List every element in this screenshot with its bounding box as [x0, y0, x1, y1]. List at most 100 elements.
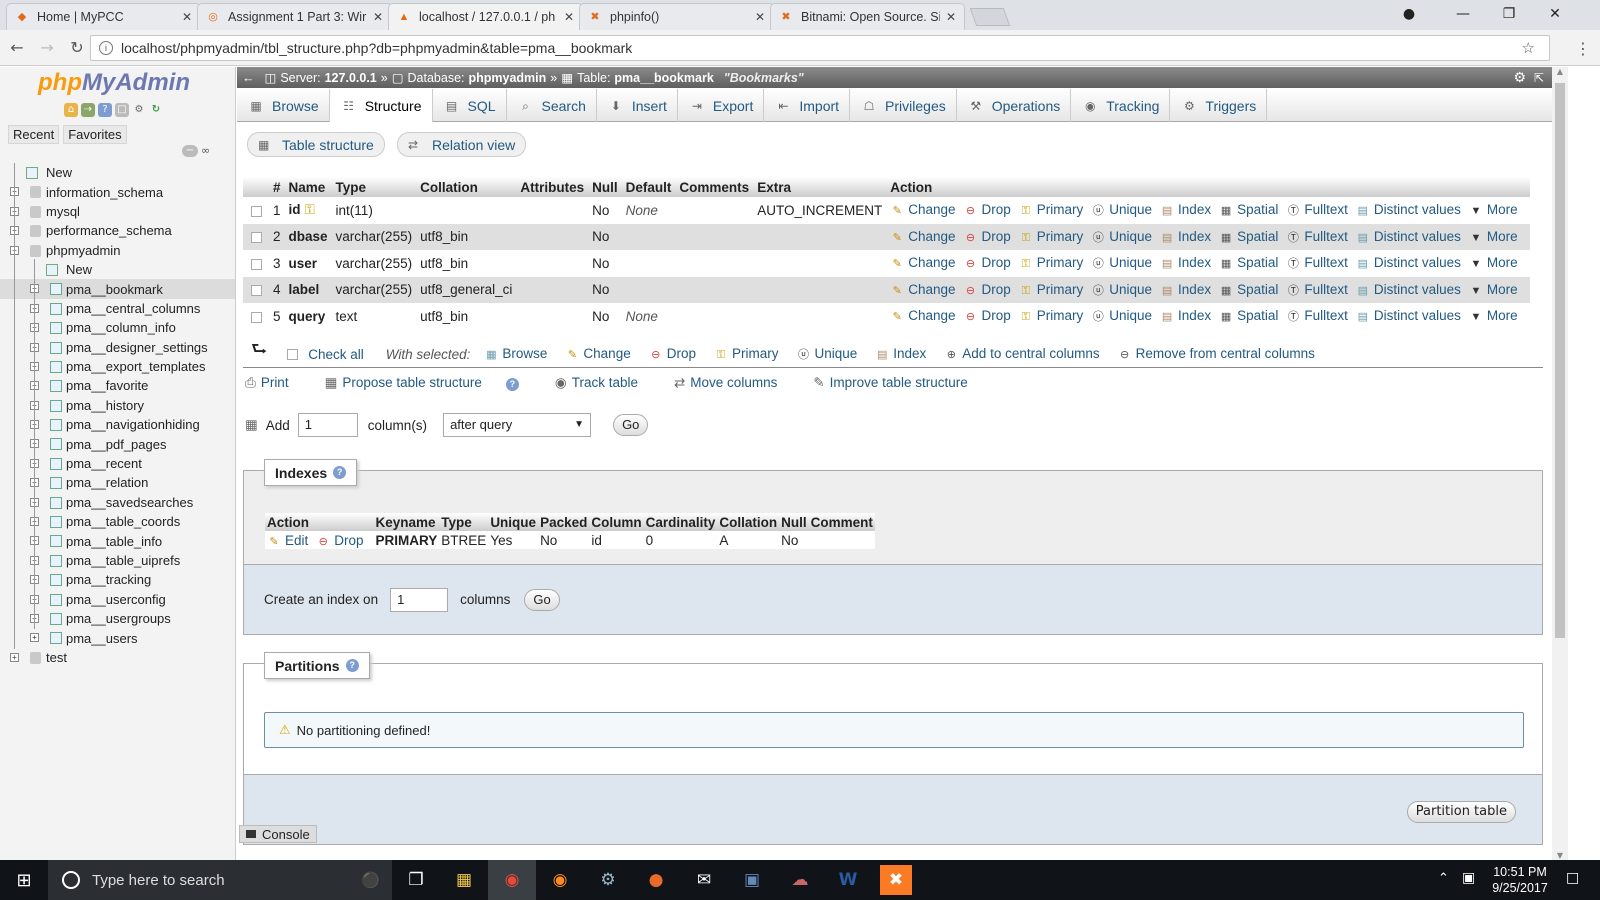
network-icon[interactable]: ▣ [1462, 870, 1475, 886]
tree-database[interactable]: −phpmyadmin [0, 241, 235, 260]
collapse-all-icon[interactable]: − [182, 145, 198, 157]
drop-action[interactable]: ⊖ Drop [964, 308, 1011, 323]
url-bar[interactable]: i localhost/phpmyadmin/tbl_structure.php… [90, 35, 1550, 61]
distinct-values-action[interactable]: ▤ Distinct values [1356, 255, 1461, 270]
tab-insert[interactable]: ⬇ Insert [597, 89, 678, 122]
distinct-values-action[interactable]: ▤ Distinct values [1356, 202, 1461, 217]
move-columns-link[interactable]: ⇄ Move columns [674, 375, 795, 391]
index-action[interactable]: ▤ Index [1160, 282, 1211, 297]
row-checkbox[interactable] [250, 258, 262, 270]
improve-table-structure-link[interactable]: ✎ Improve table structure [813, 375, 985, 391]
with-selected-primary[interactable]: ⚿ Primary [714, 346, 779, 362]
field-name[interactable]: user [289, 256, 318, 271]
unique-action[interactable]: ⓤ Unique [1091, 282, 1152, 297]
tree-table[interactable]: +pma__favorite [0, 376, 235, 395]
help-icon[interactable]: ? [333, 466, 347, 479]
notifications-icon[interactable]: □ [1566, 870, 1579, 886]
tab-triggers[interactable]: ⚙ Triggers [1170, 89, 1268, 122]
distinct-values-action[interactable]: ▤ Distinct values [1356, 308, 1461, 323]
scroll-down-arrow-icon[interactable]: ▼ [1552, 851, 1568, 860]
close-tab-icon[interactable]: ✕ [182, 10, 192, 24]
unique-action[interactable]: ⓤ Unique [1091, 202, 1152, 217]
browser-tab[interactable]: ✖ phpinfo() ✕ [579, 3, 774, 30]
tab-privileges[interactable]: ☖ Privileges [850, 89, 957, 122]
scroll-up-arrow-icon[interactable]: ▲ [1552, 67, 1568, 76]
tab-operations[interactable]: ⚒ Operations [957, 89, 1072, 122]
chrome-icon[interactable]: ◉ [488, 860, 536, 900]
with-selected-browse[interactable]: ▦ Browse [484, 346, 547, 362]
check-all-checkbox[interactable] [287, 348, 299, 360]
expand-icon[interactable]: + [10, 652, 19, 662]
fulltext-action[interactable]: Ⓣ Fulltext [1286, 308, 1348, 323]
help-icon[interactable]: ? [345, 659, 359, 672]
track-table-link[interactable]: ◉ Track table [555, 375, 656, 391]
firefox-icon[interactable]: ◉ [536, 860, 584, 900]
breadcrumb-table[interactable]: pma__bookmark [614, 71, 713, 85]
spatial-action[interactable]: ▦ Spatial [1219, 282, 1278, 297]
tree-table[interactable]: +pma__userconfig [0, 590, 235, 609]
tab-export[interactable]: ⇥ Export [678, 89, 765, 122]
word-icon[interactable]: W [824, 860, 872, 900]
close-tab-icon[interactable]: ✕ [755, 10, 765, 24]
fulltext-action[interactable]: Ⓣ Fulltext [1286, 202, 1348, 217]
fulltext-action[interactable]: Ⓣ Fulltext [1286, 282, 1348, 297]
tree-table[interactable]: +pma__export_templates [0, 357, 235, 376]
refresh-icon[interactable]: ↻ [149, 103, 163, 117]
tree-database[interactable]: + test [0, 648, 235, 667]
distinct-values-action[interactable]: ▤ Distinct values [1356, 229, 1461, 244]
home-icon[interactable]: ⌂ [64, 103, 78, 117]
phpmyadmin-logo[interactable]: phpMyAdmin [38, 69, 190, 97]
index-action[interactable]: ▤ Index [1160, 308, 1211, 323]
expand-icon[interactable]: + [30, 633, 39, 643]
tree-table[interactable]: +pma__table_coords [0, 512, 235, 531]
tree-table[interactable]: +pma__usergroups [0, 609, 235, 628]
field-name[interactable]: label [289, 282, 320, 297]
spatial-action[interactable]: ▦ Spatial [1219, 255, 1278, 270]
gear-icon[interactable]: ⚙ [132, 103, 146, 117]
spatial-action[interactable]: ▦ Spatial [1219, 308, 1278, 323]
mail-icon[interactable]: ✉ [680, 860, 728, 900]
task-view-icon[interactable]: ❐ [392, 860, 440, 900]
with-selected-change[interactable]: ✎ Change [565, 346, 631, 362]
row-checkbox[interactable] [250, 311, 262, 323]
row-checkbox[interactable] [250, 285, 262, 297]
profile-icon[interactable]: ● [1386, 0, 1432, 28]
taskbar-search[interactable]: Type here to search ⚫ [48, 860, 392, 900]
print-link[interactable]: ⎙ Print [245, 375, 307, 391]
drop-index-action[interactable]: ⊖ Drop [316, 533, 364, 548]
docs-icon[interactable]: □ [115, 103, 129, 117]
bookmark-star-icon[interactable]: ☆ [1522, 39, 1535, 57]
tree-table[interactable]: +pma__recent [0, 454, 235, 473]
unique-action[interactable]: ⓤ Unique [1091, 229, 1152, 244]
spatial-action[interactable]: ▦ Spatial [1219, 229, 1278, 244]
unique-action[interactable]: ⓤ Unique [1091, 255, 1152, 270]
more-action[interactable]: ▼ More [1469, 255, 1517, 270]
steam-icon[interactable]: ⚙ [584, 860, 632, 900]
xampp-icon[interactable]: ✖ [880, 865, 912, 895]
tab-tracking[interactable]: ◉ Tracking [1071, 89, 1171, 122]
drop-action[interactable]: ⊖ Drop [964, 282, 1011, 297]
tree-database[interactable]: +mysql [0, 202, 235, 221]
tree-new-item[interactable]: New [0, 260, 235, 279]
help-icon[interactable]: ? [98, 103, 112, 117]
tree-table[interactable]: +pma__pdf_pages [0, 434, 235, 453]
browser-tab[interactable]: ✖ Bitnami: Open Source. Si ✕ [770, 3, 965, 30]
app-blue-icon[interactable]: ▣ [728, 860, 776, 900]
propose-table-structure-link[interactable]: ▦ Propose table structure? [325, 375, 537, 391]
breadcrumb-database[interactable]: phpmyadmin [469, 71, 547, 85]
primary-action[interactable]: ⚿ Primary [1019, 229, 1084, 244]
create-index-count-input[interactable]: 1 [390, 587, 449, 612]
app-cloud-icon[interactable]: ☁ [776, 860, 824, 900]
console-bar[interactable]: Console [239, 825, 317, 843]
file-explorer-icon[interactable]: ▦ [440, 860, 488, 900]
primary-action[interactable]: ⚿ Primary [1019, 282, 1084, 297]
tree-database[interactable]: +information_schema [0, 182, 235, 201]
minimize-button[interactable]: — [1440, 0, 1486, 28]
index-action[interactable]: ▤ Index [1160, 229, 1211, 244]
row-checkbox[interactable] [250, 232, 262, 244]
tree-table[interactable]: +pma__column_info [0, 318, 235, 337]
logout-icon[interactable]: ⇢ [81, 103, 95, 117]
check-all-label[interactable]: Check all [308, 347, 364, 362]
maximize-button[interactable]: ❐ [1486, 0, 1532, 28]
field-name[interactable]: dbase [289, 229, 328, 244]
